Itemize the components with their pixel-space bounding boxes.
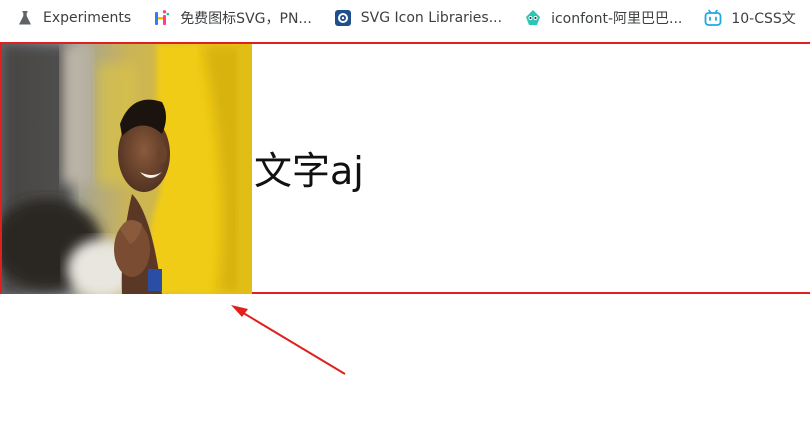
flex-container-box: 文字aj (0, 42, 810, 294)
bookmark-svg-icon-libraries[interactable]: SVG Icon Libraries... (334, 4, 510, 32)
bookmark-label: 10-CSS文 (731, 11, 796, 27)
iconfont-hi-icon (153, 9, 171, 27)
bookmark-experiments[interactable]: Experiments (16, 4, 139, 32)
bookmark-css[interactable]: 10-CSS文 (704, 4, 803, 32)
bookmarks-bar: Experiments 免费图标SVG，PN... SVG Icon Libra… (0, 0, 811, 36)
flask-icon (16, 9, 34, 27)
bookmark-iconfont-alibaba[interactable]: iconfont-阿里巴巴... (524, 4, 690, 32)
bookmark-label: Experiments (43, 10, 132, 26)
bilibili-tv-icon (704, 9, 722, 27)
bookmark-iconfont-free[interactable]: 免费图标SVG，PN... (153, 4, 320, 32)
player-photo (2, 44, 252, 294)
bookmark-label: iconfont-阿里巴巴... (551, 11, 683, 27)
iconfont-mascot-icon (524, 9, 542, 27)
caption-text: 文字aj (254, 148, 364, 193)
svg-libraries-icon (334, 9, 352, 27)
bookmark-label: SVG Icon Libraries... (360, 10, 503, 26)
bookmark-label: 免费图标SVG，PN... (180, 11, 312, 27)
